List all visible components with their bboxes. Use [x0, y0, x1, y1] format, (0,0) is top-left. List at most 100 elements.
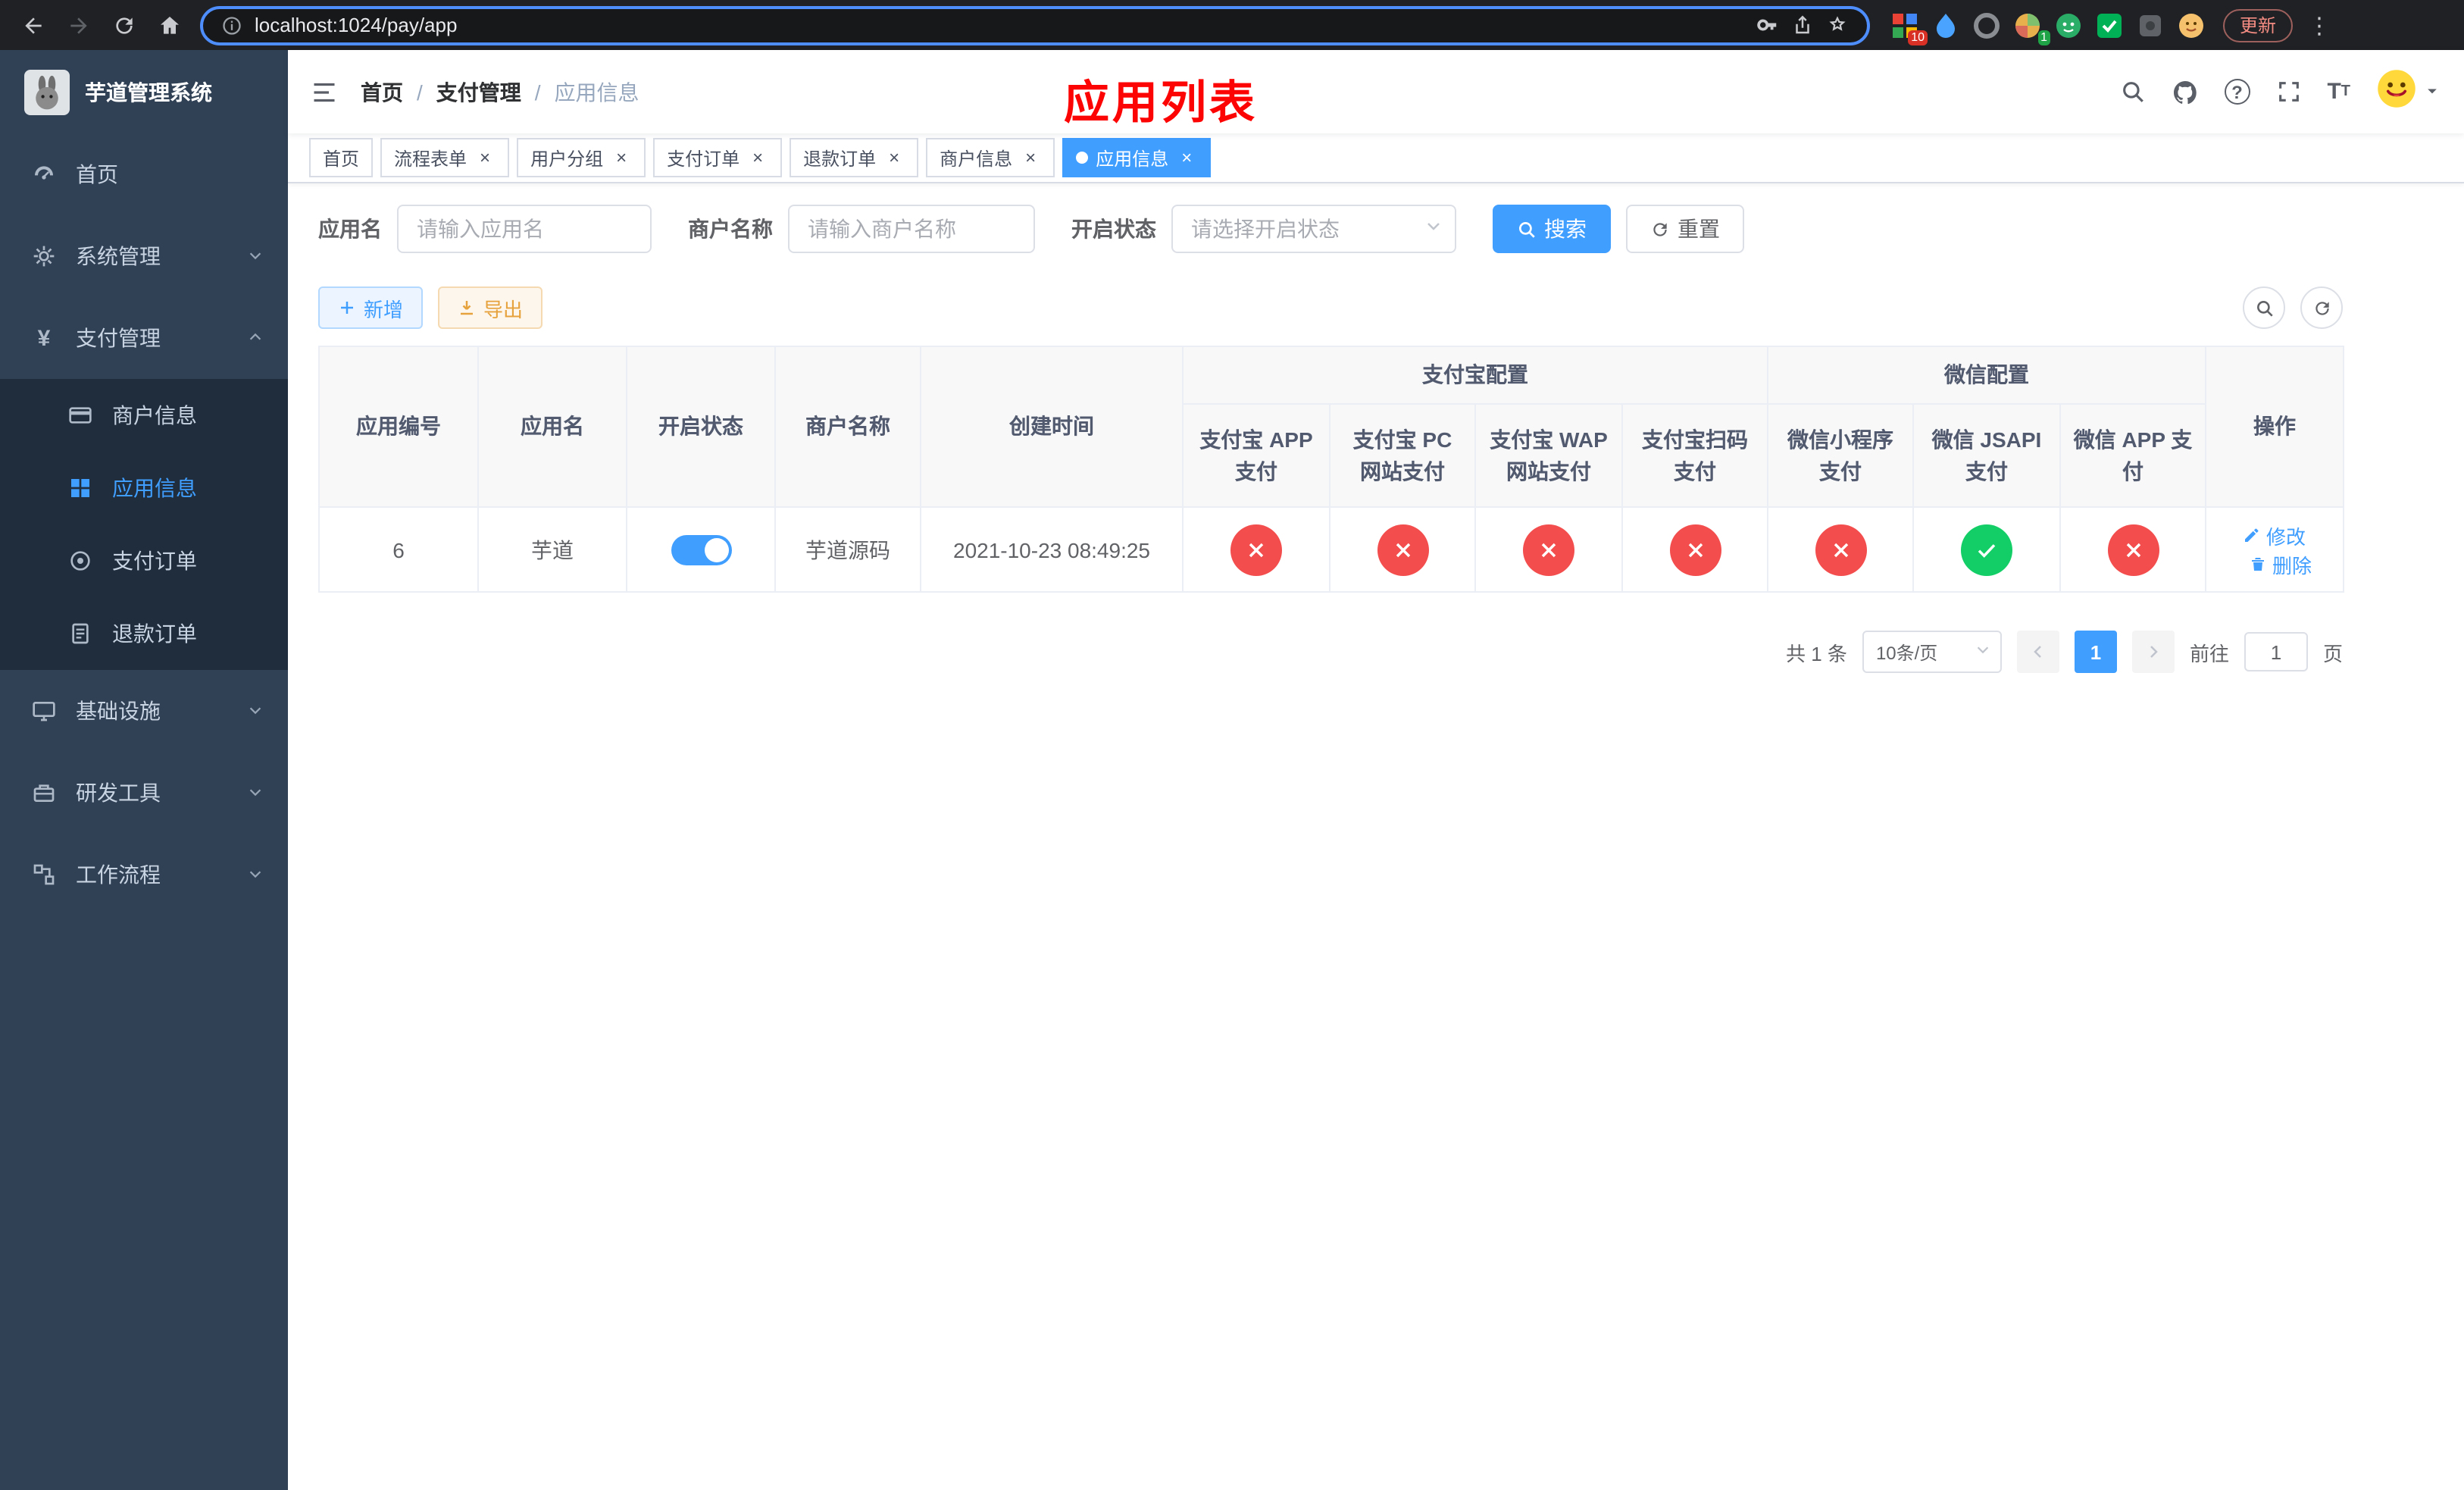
- tab-home[interactable]: 首页: [309, 138, 374, 177]
- extension-grid-icon[interactable]: 10: [1891, 11, 1928, 45]
- cell-alipay-wap: [1474, 506, 1623, 593]
- col-group-alipay: 支付宝配置: [1182, 346, 1768, 405]
- password-key-icon[interactable]: [1756, 14, 1779, 36]
- home-icon[interactable]: [149, 4, 191, 46]
- tab-refund-order[interactable]: 退款订单 ×: [790, 138, 919, 177]
- search-button[interactable]: 搜索: [1493, 205, 1611, 253]
- extension-drop-icon[interactable]: [1932, 11, 1959, 39]
- navbar: 首页 / 支付管理 / 应用信息 应用列表 ? T T: [288, 50, 2464, 133]
- tab-merchant-info[interactable]: 商户信息 ×: [926, 138, 1055, 177]
- status-select[interactable]: 请选择开启状态: [1171, 205, 1456, 253]
- col-wx-mini: 微信小程序支付: [1767, 403, 1914, 508]
- sidebar-item-dev-tools[interactable]: 研发工具: [0, 752, 288, 834]
- prev-page-button[interactable]: [2016, 631, 2059, 673]
- tab-close-icon[interactable]: ×: [883, 147, 905, 168]
- navbar-actions: ? TT: [2119, 67, 2464, 116]
- tab-close-icon[interactable]: ×: [747, 147, 768, 168]
- document-icon: [67, 621, 94, 646]
- screen: localhost:1024/pay/app 10 1 更新 ⋮ 芋道管理系统 …: [0, 0, 2464, 1490]
- refresh-table-button[interactable]: [2300, 286, 2343, 329]
- app-title: 芋道管理系统: [85, 80, 212, 104]
- toggle-search-button[interactable]: [2243, 286, 2285, 329]
- tab-user-group[interactable]: 用户分组 ×: [517, 138, 646, 177]
- grid-icon: [67, 476, 94, 500]
- bookmark-star-icon[interactable]: [1826, 14, 1849, 36]
- extension-wechat-icon[interactable]: [2055, 11, 2082, 39]
- extension-badge: 10: [1908, 30, 1928, 45]
- search-icon[interactable]: [2119, 79, 2145, 105]
- forward-icon[interactable]: [58, 4, 100, 46]
- page-number-button[interactable]: 1: [2074, 631, 2117, 673]
- tab-app-info[interactable]: 应用信息 ×: [1062, 138, 1212, 177]
- breadcrumb-item[interactable]: 首页: [361, 77, 403, 107]
- extension-puzzle-icon[interactable]: [2137, 11, 2164, 39]
- delete-button[interactable]: 删除: [2250, 549, 2312, 578]
- github-icon[interactable]: [2171, 78, 2198, 105]
- help-icon[interactable]: ?: [2224, 79, 2250, 105]
- extension-green-square-icon[interactable]: [2096, 11, 2123, 39]
- app-logo-row[interactable]: 芋道管理系统: [0, 50, 288, 133]
- extension-face-icon[interactable]: [2178, 11, 2205, 39]
- reset-button[interactable]: 重置: [1626, 205, 1744, 253]
- pagination: 共 1 条 10条/页 1 前往 1 页: [318, 631, 2343, 673]
- page-info-icon[interactable]: [221, 14, 242, 36]
- col-enabled: 开启状态: [626, 346, 776, 508]
- add-button[interactable]: 新增: [318, 286, 424, 329]
- page-size-select[interactable]: 10条/页: [1862, 631, 2002, 673]
- fullscreen-icon[interactable]: [2275, 79, 2301, 105]
- cell-alipay-qr: [1621, 506, 1768, 593]
- extension-ring-icon[interactable]: [1973, 11, 2000, 39]
- sidebar-item-label: 工作流程: [76, 862, 161, 887]
- tab-process-form[interactable]: 流程表单 ×: [380, 138, 510, 177]
- chevron-down-icon: [247, 781, 264, 805]
- url-text[interactable]: localhost:1024/pay/app: [255, 14, 457, 36]
- sidebar-item-app-info[interactable]: 应用信息: [0, 452, 288, 524]
- sidebar-item-payment[interactable]: ¥ 支付管理: [0, 297, 288, 379]
- status-icon-wx-mini: [1815, 524, 1866, 575]
- app-name-label: 应用名: [318, 217, 382, 241]
- toolbox-icon: [30, 781, 58, 805]
- address-bar[interactable]: localhost:1024/pay/app: [200, 5, 1870, 45]
- next-page-button[interactable]: [2131, 631, 2175, 673]
- enabled-toggle[interactable]: [671, 534, 731, 565]
- font-size-icon[interactable]: TT: [2327, 79, 2350, 105]
- sidebar-item-refund-order[interactable]: 退款订单: [0, 597, 288, 670]
- col-merchant-name: 商户名称: [774, 346, 921, 508]
- goto-page-input[interactable]: [2244, 632, 2308, 671]
- tab-close-icon[interactable]: ×: [474, 147, 496, 168]
- app-name-input[interactable]: [397, 205, 652, 253]
- sidebar-item-system[interactable]: 系统管理: [0, 215, 288, 297]
- share-icon[interactable]: [1791, 14, 1814, 36]
- search-icon: [1518, 221, 1535, 237]
- cell-wx-mini: [1767, 506, 1914, 593]
- table-toolbar: 新增 导出: [318, 286, 2343, 329]
- chevron-up-icon: [247, 326, 264, 350]
- export-button[interactable]: 导出: [438, 286, 543, 329]
- active-tab-dot: [1076, 152, 1089, 164]
- edit-button[interactable]: 修改: [2244, 521, 2306, 549]
- refresh-icon: [1653, 222, 1667, 236]
- tab-pay-order[interactable]: 支付订单 ×: [653, 138, 783, 177]
- tab-close-icon[interactable]: ×: [1176, 147, 1197, 168]
- hamburger-icon[interactable]: [288, 78, 361, 105]
- extension-avatar-icon[interactable]: 1: [2014, 11, 2050, 45]
- sidebar-item-home[interactable]: 首页: [0, 133, 288, 215]
- sidebar-item-pay-order[interactable]: 支付订单: [0, 524, 288, 597]
- user-menu[interactable]: [2376, 67, 2440, 116]
- tab-close-icon[interactable]: ×: [1020, 147, 1041, 168]
- sidebar-item-merchant-info[interactable]: 商户信息: [0, 379, 288, 452]
- chevron-down-icon: [247, 862, 264, 887]
- browser-menu-icon[interactable]: ⋮: [2308, 11, 2331, 39]
- sidebar-item-infrastructure[interactable]: 基础设施: [0, 670, 288, 752]
- breadcrumb-item[interactable]: 支付管理: [436, 77, 521, 107]
- chevron-down-icon: [247, 244, 264, 268]
- chevron-down-icon: [247, 699, 264, 723]
- sidebar-item-workflow[interactable]: 工作流程: [0, 834, 288, 916]
- reload-icon[interactable]: [103, 4, 145, 46]
- tab-close-icon[interactable]: ×: [611, 147, 632, 168]
- back-icon[interactable]: [12, 4, 55, 46]
- page-annotation: 应用列表: [1064, 79, 1258, 129]
- browser-update-button[interactable]: 更新: [2223, 8, 2294, 42]
- merchant-name-input[interactable]: [788, 205, 1035, 253]
- sidebar-item-label: 退款订单: [112, 621, 197, 646]
